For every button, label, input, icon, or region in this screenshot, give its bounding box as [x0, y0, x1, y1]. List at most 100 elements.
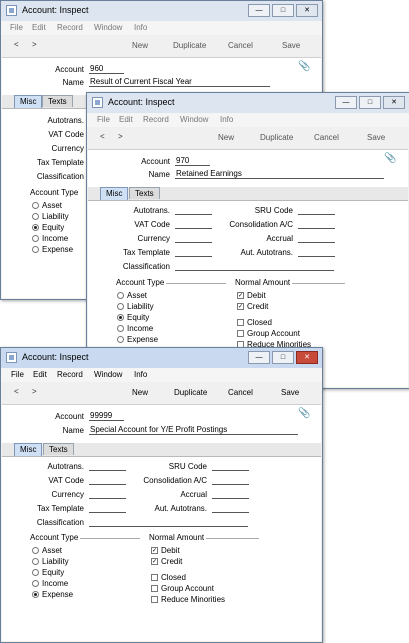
reduce-minorities-checkbox[interactable] — [151, 596, 158, 603]
title-bar[interactable]: Account: Inspect — □ ✕ — [1, 348, 322, 368]
account-inspect-window-99999[interactable]: Account: Inspect — □ ✕ File Edit Record … — [0, 347, 323, 643]
menu-edit[interactable]: Edit — [119, 115, 133, 124]
title-bar[interactable]: Account: Inspect — □ ✕ — [87, 93, 409, 113]
tax-template-field[interactable] — [175, 247, 212, 257]
forward-button[interactable]: > — [32, 40, 37, 49]
aut-autotrans-field[interactable] — [298, 247, 335, 257]
menu-edit[interactable]: Edit — [33, 370, 47, 379]
classification-field[interactable] — [89, 517, 248, 527]
sru-code-field[interactable] — [298, 205, 335, 215]
menu-record[interactable]: Record — [143, 115, 169, 124]
menu-file[interactable]: File — [11, 370, 24, 379]
closed-checkbox[interactable] — [237, 319, 244, 326]
close-button[interactable]: ✕ — [383, 96, 405, 109]
close-button[interactable]: ✕ — [296, 351, 318, 364]
radio-liability[interactable] — [117, 303, 124, 310]
menu-window[interactable]: Window — [94, 370, 122, 379]
name-field[interactable]: Result of Current Fiscal Year — [89, 77, 270, 87]
save-button[interactable]: Save — [282, 41, 300, 50]
attachment-icon[interactable]: 📎 — [298, 408, 310, 419]
attachment-icon[interactable]: 📎 — [384, 153, 396, 164]
menu-window[interactable]: Window — [180, 115, 208, 124]
menu-info[interactable]: Info — [134, 23, 147, 32]
account-field[interactable]: 960 — [89, 64, 124, 74]
menu-record[interactable]: Record — [57, 23, 83, 32]
menu-record[interactable]: Record — [57, 370, 83, 379]
save-button[interactable]: Save — [281, 388, 299, 397]
menu-file[interactable]: File — [10, 23, 23, 32]
title-bar[interactable]: Account: Inspect — □ ✕ — [1, 1, 322, 21]
autotrans-field[interactable] — [89, 461, 126, 471]
menu-info[interactable]: Info — [134, 370, 147, 379]
closed-checkbox[interactable] — [151, 574, 158, 581]
account-field[interactable]: 970 — [175, 156, 210, 166]
minimize-button[interactable]: — — [335, 96, 357, 109]
credit-checkbox[interactable]: ✓ — [151, 558, 158, 565]
vat-code-field[interactable] — [175, 219, 212, 229]
back-button[interactable]: < — [100, 132, 105, 141]
tab-misc[interactable]: Misc — [14, 95, 43, 108]
radio-liability[interactable] — [32, 558, 39, 565]
tab-misc[interactable]: Misc — [100, 187, 129, 200]
accrual-field[interactable] — [298, 233, 335, 243]
tab-misc[interactable]: Misc — [14, 443, 43, 456]
new-button[interactable]: New — [132, 388, 148, 397]
cancel-button[interactable]: Cancel — [228, 388, 253, 397]
radio-asset[interactable] — [32, 547, 39, 554]
menu-edit[interactable]: Edit — [32, 23, 46, 32]
tab-texts[interactable]: Texts — [42, 95, 73, 107]
minimize-button[interactable]: — — [248, 351, 270, 364]
account-inspect-window-970[interactable]: Account: Inspect — □ ✕ File Edit Record … — [86, 92, 409, 389]
radio-equity[interactable] — [117, 314, 124, 321]
credit-checkbox[interactable]: ✓ — [237, 303, 244, 310]
back-button[interactable]: < — [14, 40, 19, 49]
vat-code-field[interactable] — [89, 475, 126, 485]
radio-equity[interactable] — [32, 569, 39, 576]
duplicate-button[interactable]: Duplicate — [174, 388, 207, 397]
name-field[interactable]: Retained Earnings — [175, 169, 384, 179]
cancel-button[interactable]: Cancel — [314, 133, 339, 142]
group-account-checkbox[interactable] — [151, 585, 158, 592]
maximize-button[interactable]: □ — [272, 4, 294, 17]
tab-texts[interactable]: Texts — [43, 443, 74, 455]
back-button[interactable]: < — [14, 387, 19, 396]
forward-button[interactable]: > — [32, 387, 37, 396]
radio-asset[interactable] — [117, 292, 124, 299]
duplicate-button[interactable]: Duplicate — [260, 133, 293, 142]
maximize-button[interactable]: □ — [272, 351, 294, 364]
group-account-checkbox[interactable] — [237, 330, 244, 337]
radio-income[interactable] — [32, 580, 39, 587]
maximize-button[interactable]: □ — [359, 96, 381, 109]
radio-expense[interactable] — [117, 336, 124, 343]
radio-equity[interactable] — [32, 224, 39, 231]
aut-autotrans-field[interactable] — [212, 503, 249, 513]
close-button[interactable]: ✕ — [296, 4, 318, 17]
debit-checkbox[interactable]: ✓ — [237, 292, 244, 299]
debit-checkbox[interactable]: ✓ — [151, 547, 158, 554]
radio-income[interactable] — [117, 325, 124, 332]
currency-field[interactable] — [175, 233, 212, 243]
consolidation-field[interactable] — [298, 219, 335, 229]
classification-field[interactable] — [175, 261, 334, 271]
minimize-button[interactable]: — — [248, 4, 270, 17]
name-field[interactable]: Special Account for Y/E Profit Postings — [89, 425, 298, 435]
currency-field[interactable] — [89, 489, 126, 499]
accrual-field[interactable] — [212, 489, 249, 499]
cancel-button[interactable]: Cancel — [228, 41, 253, 50]
new-button[interactable]: New — [132, 41, 148, 50]
radio-expense[interactable] — [32, 246, 39, 253]
tab-texts[interactable]: Texts — [129, 187, 160, 199]
radio-asset[interactable] — [32, 202, 39, 209]
menu-file[interactable]: File — [97, 115, 110, 124]
menu-window[interactable]: Window — [94, 23, 122, 32]
forward-button[interactable]: > — [118, 132, 123, 141]
duplicate-button[interactable]: Duplicate — [173, 41, 206, 50]
save-button[interactable]: Save — [367, 133, 385, 142]
radio-income[interactable] — [32, 235, 39, 242]
radio-expense[interactable] — [32, 591, 39, 598]
sru-code-field[interactable] — [212, 461, 249, 471]
account-field[interactable]: 99999 — [89, 411, 124, 421]
attachment-icon[interactable]: 📎 — [298, 61, 310, 72]
tax-template-field[interactable] — [89, 503, 126, 513]
menu-info[interactable]: Info — [220, 115, 233, 124]
